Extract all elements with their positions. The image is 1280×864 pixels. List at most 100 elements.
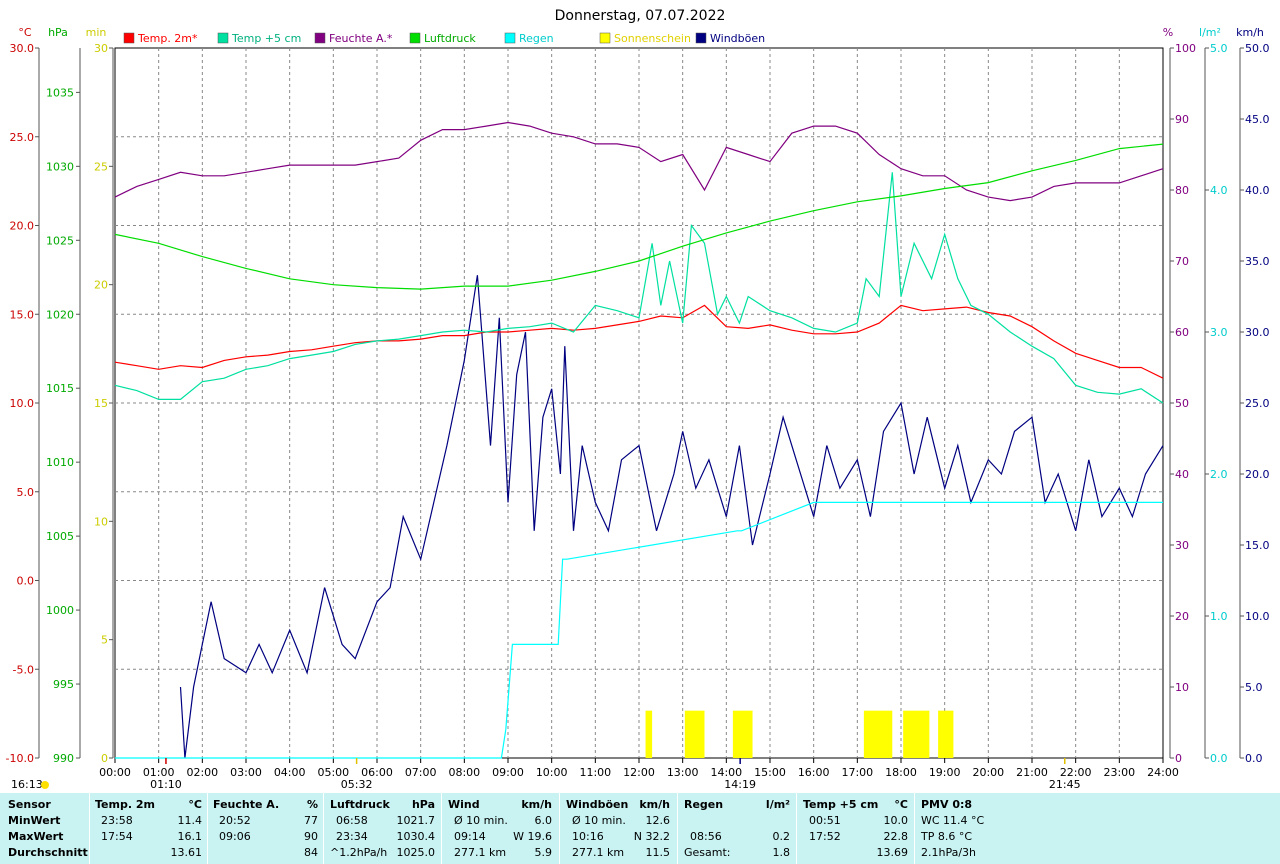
pressure-tick-label: 1005 — [46, 530, 74, 543]
gusts-avg: 11.5 — [645, 846, 671, 859]
legend-label: Feuchte A.* — [329, 32, 393, 45]
temp2m-title: Temp. 2m — [95, 798, 155, 811]
row-label-min: MinWert — [8, 814, 61, 827]
rain-tick-label: 5.0 — [1210, 42, 1228, 55]
sunshine-tick-label: 0 — [101, 752, 108, 765]
sunshine-bar — [684, 710, 705, 758]
temp5cm-unit: °C — [894, 798, 908, 811]
humidity-max-time: 09:06 — [219, 830, 251, 843]
temp-tick-label: 5.0 — [17, 486, 35, 499]
humidity-min: 77 — [304, 814, 318, 827]
pressure-max: 1030.4 — [396, 830, 436, 843]
gusts-max-time: 10:16 — [572, 830, 604, 843]
temp2m-min-time: 23:58 — [101, 814, 133, 827]
wind-tick-label: 20.0 — [1245, 468, 1270, 481]
x-tick-label: 11:00 — [579, 766, 611, 779]
temp-tick-label: 30.0 — [10, 42, 35, 55]
pressure-tick-label: 1000 — [46, 604, 74, 617]
humidity-unit: % — [306, 798, 318, 811]
wind-tick-label: 45.0 — [1245, 113, 1270, 126]
legend-swatch — [599, 32, 611, 44]
rain-max: 0.2 — [772, 830, 791, 843]
sunshine-tick-label: 25 — [94, 160, 108, 173]
wind-max-time: 09:14 — [454, 830, 486, 843]
sunshine-bar — [903, 710, 930, 758]
wind-avg: 5.9 — [534, 846, 553, 859]
humidity-tick-label: 90 — [1175, 113, 1189, 126]
temp2m-max-time: 17:54 — [101, 830, 133, 843]
wind-tick-label: 40.0 — [1245, 184, 1270, 197]
humidity-tick-label: 50 — [1175, 397, 1189, 410]
pmv-dewpoint: TP 8.6 °C — [921, 830, 973, 843]
temp2m-max: 16.1 — [177, 830, 203, 843]
x-tick-label: 09:00 — [492, 766, 524, 779]
rain-total: 1.8 — [772, 846, 791, 859]
wind-avg10-value: 6.0 — [534, 814, 553, 827]
sunshine-tick-label: 10 — [94, 515, 108, 528]
rain-tick-label: 4.0 — [1210, 184, 1228, 197]
x-tick-label: 10:00 — [536, 766, 568, 779]
pressure-tick-label: 995 — [53, 678, 74, 691]
sunshine-axis-unit: min — [86, 26, 107, 39]
rain-tick-label: 3.0 — [1210, 326, 1228, 339]
legend-label: Windböen — [710, 32, 765, 45]
wind-tick-label: 0.0 — [1245, 752, 1263, 765]
temp-axis-unit: °C — [18, 26, 32, 39]
rain-tick-label: 0.0 — [1210, 752, 1228, 765]
rain-unit: l/m² — [765, 798, 790, 811]
humidity-tick-label: 40 — [1175, 468, 1189, 481]
sunshine-tick-label: 5 — [101, 634, 108, 647]
wind-tick-label: 10.0 — [1245, 610, 1270, 623]
pressure-tick-label: 1030 — [46, 160, 74, 173]
humidity-axis-unit: % — [1163, 26, 1173, 39]
wind-tick-label: 50.0 — [1245, 42, 1270, 55]
x-tick-label: 03:00 — [230, 766, 262, 779]
legend-swatch — [217, 32, 229, 44]
wind-tick-label: 5.0 — [1245, 681, 1263, 694]
humidity-title: Feuchte A. — [213, 798, 280, 811]
pressure-avg: 1025.0 — [396, 846, 436, 859]
pressure-tick-label: 1020 — [46, 308, 74, 321]
rain-total-label: Gesamt: — [684, 846, 731, 859]
temp2m-min: 11.4 — [177, 814, 203, 827]
sunshine-bar — [938, 710, 954, 758]
x-tick-label: 19:00 — [929, 766, 961, 779]
wind-distance: 277.1 km — [454, 846, 507, 859]
wind-title: Wind — [448, 798, 480, 811]
rain-max-time: 08:56 — [690, 830, 722, 843]
pressure-min: 1021.7 — [396, 814, 436, 827]
x-tick-label: 04:00 — [274, 766, 306, 779]
legend-label: Regen — [519, 32, 554, 45]
temp-tick-label: 0.0 — [17, 575, 35, 588]
temp5cm-max-time: 17:52 — [809, 830, 841, 843]
gusts-title: Windböen — [566, 798, 629, 811]
temp-tick-label: 25.0 — [10, 131, 35, 144]
sunshine-tick-label: 20 — [94, 279, 108, 292]
legend-swatch — [504, 32, 516, 44]
x-tick-label: 24:00 — [1147, 766, 1179, 779]
temp2m-avg: 13.61 — [170, 846, 203, 859]
legend-label: Temp +5 cm — [231, 32, 301, 45]
legend-label: Temp. 2m* — [137, 32, 198, 45]
moon-time-label: 16:13 — [11, 778, 43, 791]
humidity-tick-label: 20 — [1175, 610, 1189, 623]
temp-min-marker-label: 01:10 — [150, 778, 182, 791]
x-tick-label: 07:00 — [405, 766, 437, 779]
sunshine-bar — [863, 710, 893, 758]
temp5cm-min-time: 00:51 — [809, 814, 841, 827]
sunshine-bar — [732, 710, 753, 758]
pressure-tick-label: 1025 — [46, 234, 74, 247]
wind-axis-unit: km/h — [1236, 26, 1264, 39]
pressure-tick-label: 1010 — [46, 456, 74, 469]
legend-label: Luftdruck — [424, 32, 476, 45]
x-tick-label: 12:00 — [623, 766, 655, 779]
row-label-max: MaxWert — [8, 830, 64, 843]
legend-swatch — [409, 32, 421, 44]
humidity-avg: 84 — [304, 846, 318, 859]
rain-title: Regen — [684, 798, 724, 811]
chart-title: Donnerstag, 07.07.2022 — [555, 8, 726, 24]
temp-tick-label: -5.0 — [13, 663, 34, 676]
row-label-sensor: Sensor — [8, 798, 51, 811]
pmv-title: PMV 0:8 — [921, 798, 973, 811]
x-tick-label: 23:00 — [1103, 766, 1135, 779]
